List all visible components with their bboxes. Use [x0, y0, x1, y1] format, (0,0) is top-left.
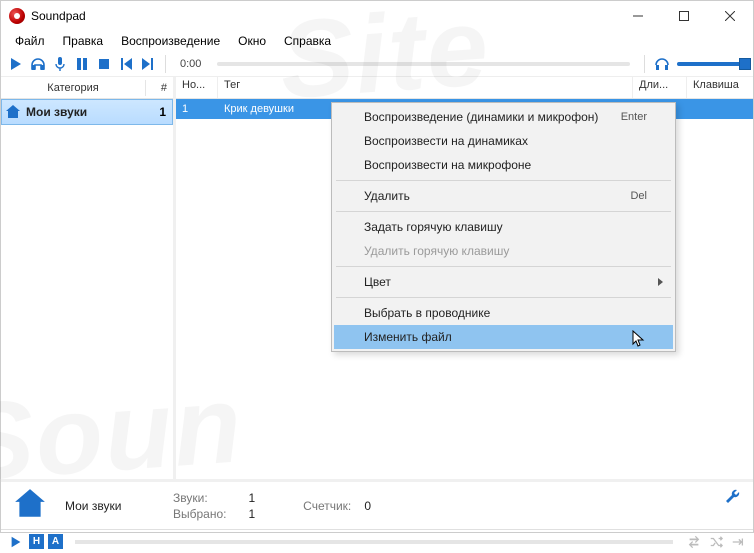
context-menu: Воспроизведение (динамики и микрофон) En…	[331, 102, 676, 352]
ctx-play-speakers[interactable]: Воспроизвести на динамиках	[334, 129, 673, 153]
badge-a-icon[interactable]: А	[48, 534, 63, 549]
separator	[644, 55, 645, 73]
footer-stats: Звуки: 1 Выбрано: 1	[173, 491, 255, 521]
volume-knob[interactable]	[739, 58, 751, 70]
close-button[interactable]	[707, 1, 753, 31]
ctx-label: Изменить файл	[364, 330, 452, 344]
ctx-separator	[336, 266, 671, 267]
seek-slider[interactable]	[217, 62, 630, 66]
ctx-play-both[interactable]: Воспроизведение (динамики и микрофон) En…	[334, 105, 673, 129]
ctx-play-mic[interactable]: Воспроизвести на микрофоне	[334, 153, 673, 177]
footer-counter-value: 0	[364, 499, 371, 513]
footer-sounds-label: Звуки:	[173, 491, 226, 505]
ctx-separator	[336, 180, 671, 181]
home-large-icon	[13, 487, 47, 524]
app-logo-icon	[9, 8, 25, 24]
menu-file[interactable]: Файл	[7, 32, 53, 50]
category-sidebar: Категория # Мои звуки 1	[1, 77, 176, 479]
ctx-label: Задать горячую клавишу	[364, 220, 503, 234]
footer-counter-label: Счетчик:	[303, 499, 351, 513]
status-footer: Мои звуки Звуки: 1 Выбрано: 1 Счетчик: 0	[1, 479, 753, 529]
cell-number: 1	[176, 103, 218, 115]
footer-counter: Счетчик: 0	[303, 499, 371, 513]
ctx-reveal-explorer[interactable]: Выбрать в проводнике	[334, 301, 673, 325]
window-title: Soundpad	[31, 9, 86, 23]
footer-selected-label: Выбрано:	[173, 507, 226, 521]
ctx-label: Цвет	[364, 275, 391, 289]
toolbar: 0:00	[1, 51, 753, 77]
footer-category-name: Мои звуки	[65, 499, 155, 513]
list-col-number[interactable]: Но...	[176, 77, 218, 98]
list-col-duration[interactable]: Дли...	[633, 77, 687, 98]
bottom-seek-slider[interactable]	[75, 540, 673, 544]
separator	[165, 55, 166, 73]
sidebar-item-count: 1	[148, 105, 172, 119]
headphones-icon[interactable]	[29, 55, 47, 73]
ctx-shortcut: Enter	[621, 111, 647, 123]
menu-edit[interactable]: Правка	[55, 32, 112, 50]
list-header: Но... Тег Дли... Клавиша	[176, 77, 753, 99]
home-icon	[2, 104, 24, 120]
badge-h-icon[interactable]: Н	[29, 534, 44, 549]
menu-help[interactable]: Справка	[276, 32, 339, 50]
ctx-shortcut: Del	[630, 190, 647, 202]
ctx-label: Выбрать в проводнике	[364, 306, 490, 320]
ctx-color[interactable]: Цвет	[334, 270, 673, 294]
headphones-volume-icon[interactable]	[653, 55, 671, 73]
menu-window[interactable]: Окно	[230, 32, 274, 50]
footer-sounds-value: 1	[248, 491, 255, 505]
sound-list: Но... Тег Дли... Клавиша 1 Крик девушки …	[176, 77, 753, 479]
menu-bar: Файл Правка Воспроизведение Окно Справка	[1, 31, 753, 51]
ctx-separator	[336, 211, 671, 212]
sidebar-item-my-sounds[interactable]: Мои звуки 1	[1, 99, 173, 125]
volume-slider[interactable]	[677, 62, 747, 66]
continue-icon[interactable]	[729, 533, 747, 551]
previous-icon[interactable]	[117, 55, 135, 73]
next-icon[interactable]	[139, 55, 157, 73]
ctx-set-hotkey[interactable]: Задать горячую клавишу	[334, 215, 673, 239]
pause-icon[interactable]	[73, 55, 91, 73]
ctx-label: Удалить	[364, 189, 410, 203]
list-col-tag[interactable]: Тег	[218, 77, 633, 98]
sidebar-col-category[interactable]: Категория	[1, 80, 145, 96]
sidebar-header: Категория #	[1, 77, 173, 99]
footer-selected-value: 1	[248, 507, 255, 521]
list-col-hotkey[interactable]: Клавиша	[687, 77, 753, 98]
sidebar-col-count[interactable]: #	[145, 80, 173, 96]
ctx-label: Воспроизвести на динамиках	[364, 134, 528, 148]
time-display: 0:00	[174, 58, 207, 70]
play-small-icon[interactable]	[7, 533, 25, 551]
ctx-change-file[interactable]: Изменить файл	[334, 325, 673, 349]
ctx-delete[interactable]: Удалить Del	[334, 184, 673, 208]
maximize-button[interactable]	[661, 1, 707, 31]
ctx-label: Воспроизведение (динамики и микрофон)	[364, 110, 598, 124]
ctx-label: Удалить горячую клавишу	[364, 244, 509, 258]
minimize-button[interactable]	[615, 1, 661, 31]
play-icon[interactable]	[7, 55, 25, 73]
repeat-icon[interactable]	[685, 533, 703, 551]
sidebar-item-label: Мои звуки	[24, 105, 148, 119]
menu-playback[interactable]: Воспроизведение	[113, 32, 228, 50]
shuffle-icon[interactable]	[707, 533, 725, 551]
stop-icon[interactable]	[95, 55, 113, 73]
volume-control	[653, 55, 747, 73]
title-bar: Soundpad	[1, 1, 753, 31]
ctx-separator	[336, 297, 671, 298]
microphone-icon[interactable]	[51, 55, 69, 73]
ctx-remove-hotkey: Удалить горячую клавишу	[334, 239, 673, 263]
ctx-label: Воспроизвести на микрофоне	[364, 158, 531, 172]
settings-icon[interactable]	[725, 488, 741, 507]
